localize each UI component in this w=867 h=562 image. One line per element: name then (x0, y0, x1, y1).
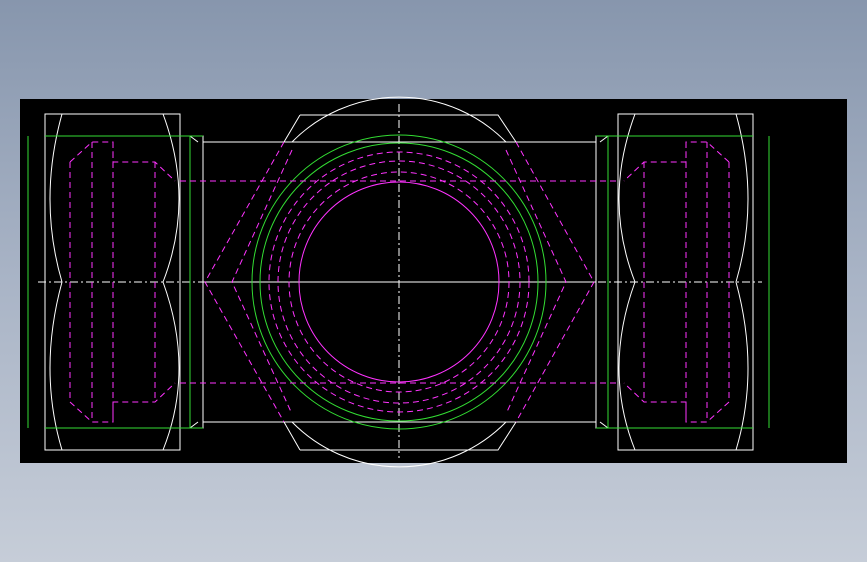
left-flange-chamfer-bottom (189, 421, 199, 429)
right-flange-chamfer-bottom (599, 421, 609, 429)
left-flange-chamfer-top (189, 135, 199, 143)
right-flange-chamfer-top (599, 135, 609, 143)
cad-drawing-svg (27, 96, 770, 468)
cad-window: { "drawing": { "kind": "cad-technical-dr… (0, 0, 867, 562)
centerlines (38, 104, 762, 458)
